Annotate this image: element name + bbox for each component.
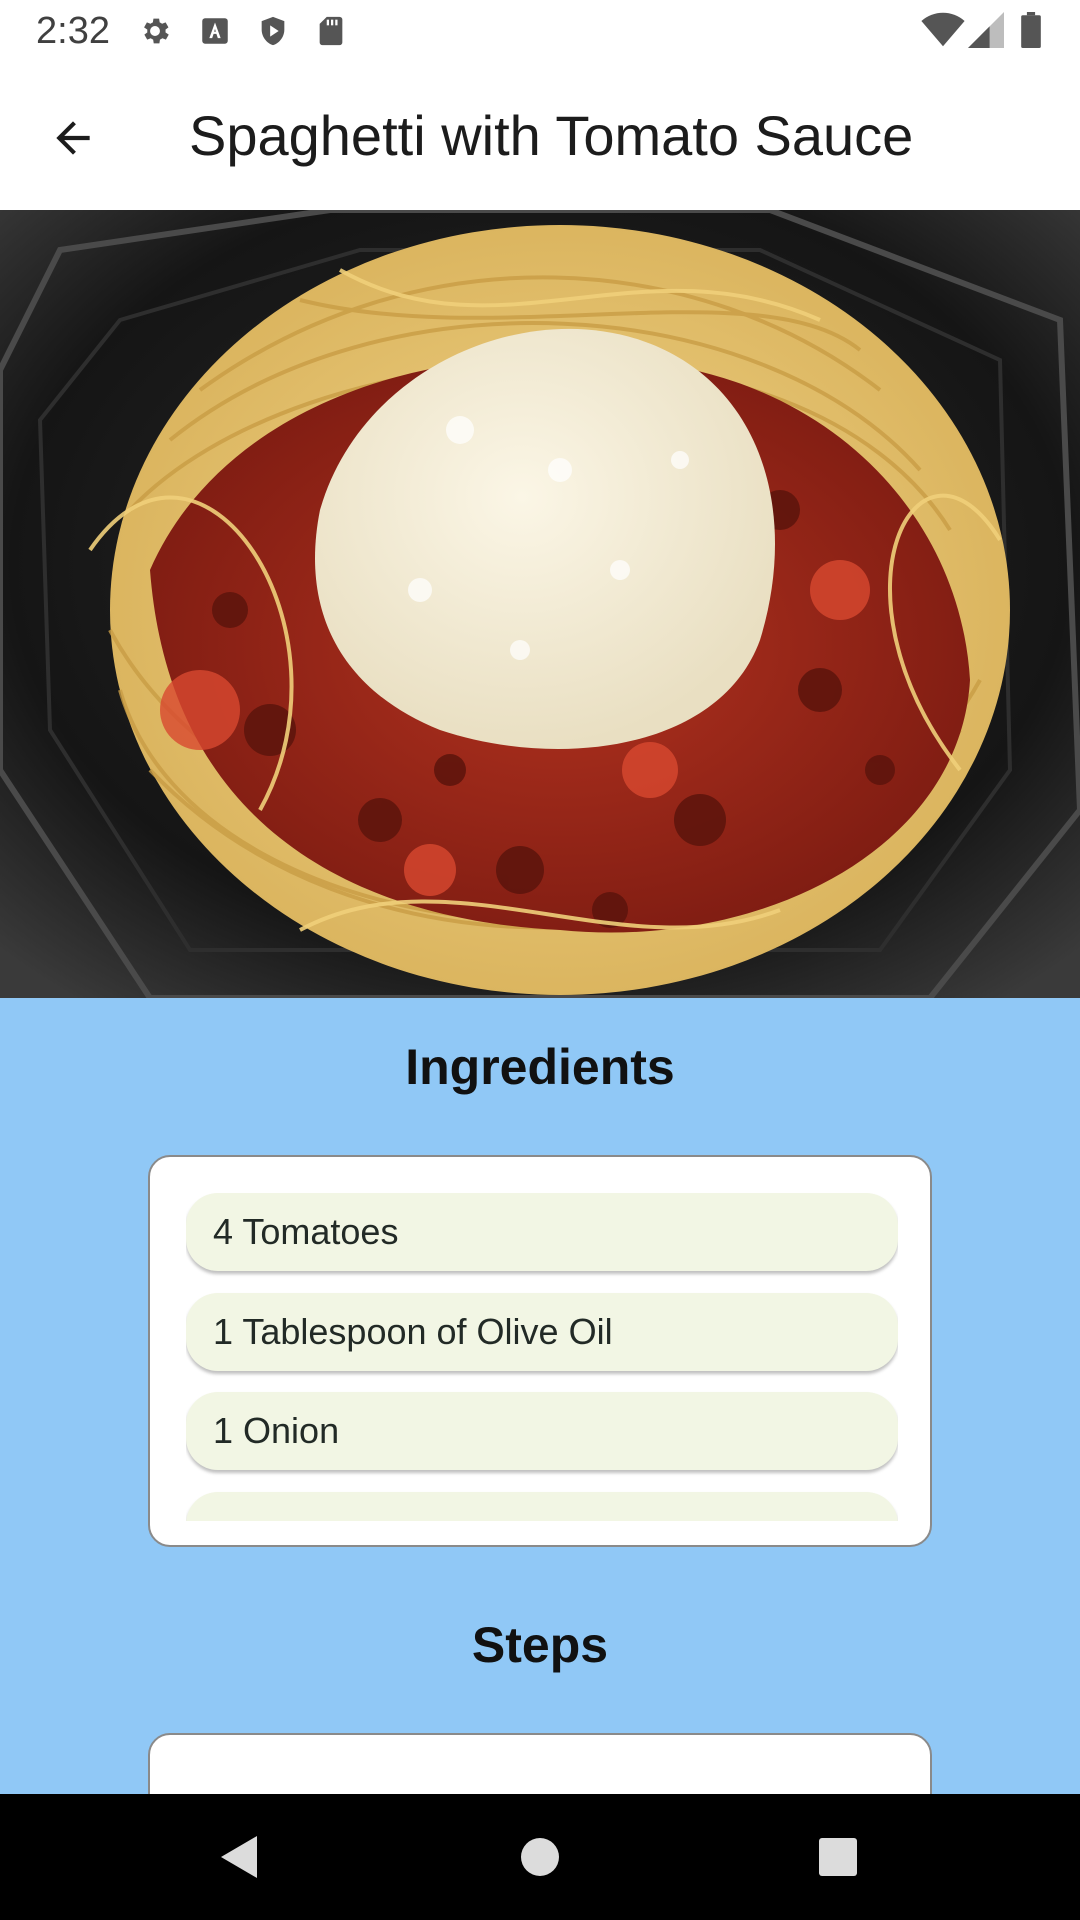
ingredient-item[interactable] — [186, 1492, 898, 1521]
nav-recents-button[interactable] — [805, 1824, 871, 1890]
status-bar: 2:32 — [0, 0, 1080, 63]
nav-back-button[interactable] — [205, 1824, 271, 1890]
gear-icon — [144, 18, 169, 44]
ingredients-title: Ingredients — [405, 1039, 675, 1095]
status-time: 2:32 — [36, 10, 110, 52]
app-bar: Spaghetti with Tomato Sauce — [0, 63, 1080, 210]
arrow-back-icon — [56, 121, 90, 155]
recipe-detail-screen: 2:32 Spaghetti with Tomato Sauce Ingredi… — [0, 0, 1080, 1920]
nav-home-button[interactable] — [507, 1824, 573, 1890]
wifi-icon — [921, 12, 965, 47]
back-button[interactable] — [36, 101, 110, 175]
battery-icon — [1021, 12, 1041, 48]
ingredients-card[interactable]: 4 Tomatoes 1 Tablespoon of Olive Oil 1 O… — [148, 1155, 932, 1547]
sd-card-icon — [319, 16, 343, 46]
cell-signal-icon — [968, 12, 1004, 48]
ingredient-item[interactable]: 4 Tomatoes — [186, 1193, 898, 1271]
shield-play-icon — [261, 16, 285, 46]
ingredient-item[interactable]: 1 Onion — [186, 1392, 898, 1470]
triangle-back-icon — [221, 1836, 257, 1878]
page-title: Spaghetti with Tomato Sauce — [189, 104, 914, 167]
circle-home-icon — [521, 1838, 559, 1876]
a-letter-icon — [202, 18, 228, 44]
recipe-content[interactable]: Ingredients 4 Tomatoes 1 Tablespoon of O… — [0, 998, 1080, 1794]
ingredients-list[interactable]: 4 Tomatoes 1 Tablespoon of Olive Oil 1 O… — [186, 1193, 898, 1521]
navigation-bar — [0, 1794, 1080, 1920]
recipe-photo — [0, 210, 1080, 998]
steps-card[interactable] — [148, 1733, 932, 1794]
ingredient-item[interactable]: 1 Tablespoon of Olive Oil — [186, 1293, 898, 1371]
square-recents-icon — [819, 1838, 857, 1876]
steps-title: Steps — [471, 1617, 609, 1673]
